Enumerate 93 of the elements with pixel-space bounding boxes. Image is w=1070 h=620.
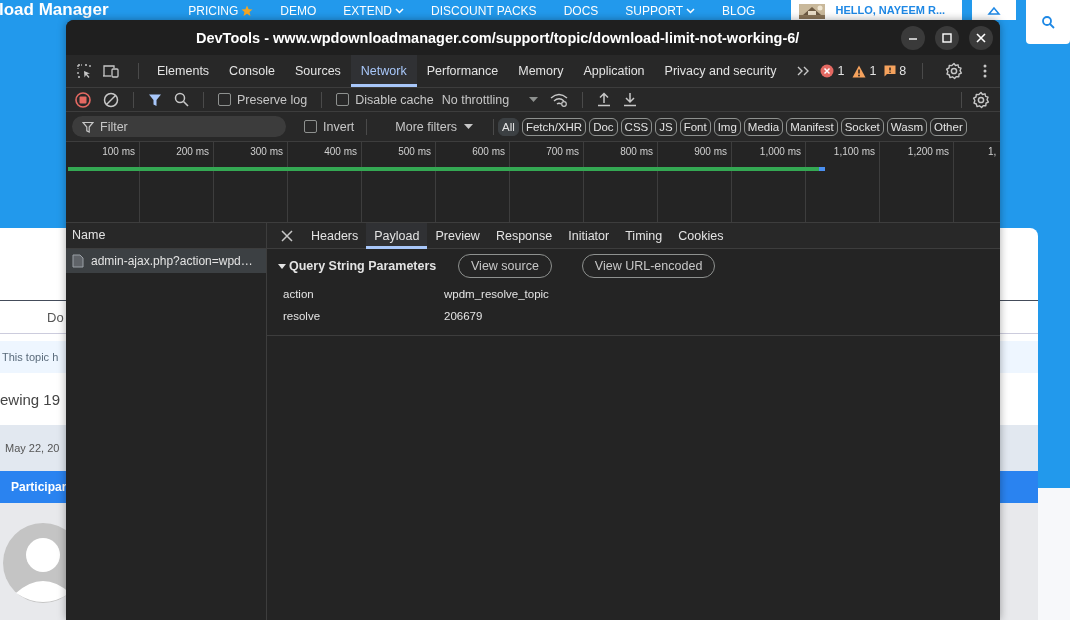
tick-label: 500 ms — [398, 146, 431, 158]
panel-tab[interactable]: Application — [573, 55, 655, 87]
caret-icon — [686, 8, 696, 14]
clear-icon[interactable] — [103, 91, 119, 108]
type-filter-chip[interactable]: Doc — [589, 117, 618, 136]
tick-label: 900 ms — [694, 146, 727, 158]
tick-label: 300 ms — [250, 146, 283, 158]
param-value: 206679 — [444, 310, 483, 322]
tick-label: 1, — [988, 146, 997, 158]
inspect-icon[interactable] — [76, 63, 92, 79]
record-button[interactable] — [75, 91, 91, 108]
type-filter-chip[interactable]: Manifest — [786, 117, 838, 136]
param-value: wpdm_resolve_topic — [444, 288, 549, 300]
param-key: resolve — [283, 310, 444, 322]
user-button[interactable]: HELLO, NAYEEM R... — [791, 0, 962, 20]
search-icon[interactable] — [174, 92, 189, 107]
search-button[interactable] — [1026, 0, 1070, 44]
caret-icon — [395, 8, 405, 14]
panel-tab[interactable]: Privacy and security — [654, 55, 787, 87]
caret-icon — [529, 97, 539, 102]
notice-text: This topic h — [2, 351, 59, 363]
device-icon[interactable] — [102, 63, 120, 79]
checkbox[interactable]: Disable cache — [336, 92, 434, 107]
filter-icon[interactable] — [148, 92, 162, 107]
tick-label: 600 ms — [472, 146, 505, 158]
param-key: action — [283, 288, 444, 300]
warning-icon — [852, 64, 867, 78]
column-header: Name — [66, 223, 266, 249]
panel-tab[interactable]: Performance — [416, 55, 509, 87]
type-filter-chip[interactable]: Other — [929, 117, 967, 136]
panel-tab[interactable]: Memory — [508, 55, 574, 87]
more-filters-dropdown[interactable]: More filters — [395, 119, 474, 134]
panel-tab[interactable]: Sources — [285, 55, 351, 87]
detail-tab[interactable]: Headers — [303, 222, 367, 249]
download-icon[interactable] — [623, 92, 638, 107]
upload-icon[interactable] — [597, 92, 612, 107]
maximize-button[interactable] — [935, 25, 959, 50]
tick-label: 100 ms — [102, 146, 135, 158]
tick-label: 1,200 ms — [907, 146, 949, 158]
detail-tab[interactable]: Preview — [427, 222, 488, 249]
tick-label: 800 ms — [620, 146, 653, 158]
detail-tab[interactable]: Response — [487, 222, 561, 249]
panel-tab[interactable]: Console — [219, 55, 285, 87]
request-row[interactable]: admin-ajax.php?action=wpd… — [66, 249, 266, 273]
type-filter-chip[interactable]: All — [498, 117, 519, 136]
close-button[interactable] — [969, 25, 993, 50]
tick-label: 200 ms — [176, 146, 209, 158]
tick-label: 400 ms — [324, 146, 357, 158]
error-icon — [820, 64, 835, 78]
type-filter-chip[interactable]: Socket — [840, 117, 884, 136]
checkbox[interactable]: Preserve log — [218, 92, 308, 107]
panel-tab[interactable]: Network — [350, 55, 417, 87]
post-date: May 22, 20 — [5, 442, 60, 454]
detail-tab[interactable]: Timing — [617, 222, 671, 249]
issues-icon — [884, 65, 897, 77]
more-tabs-icon[interactable] — [796, 65, 811, 77]
type-filter-chip[interactable]: Font — [679, 117, 711, 136]
type-filter-chip[interactable]: Wasm — [886, 117, 927, 136]
close-icon[interactable] — [281, 229, 293, 242]
type-filter-chip[interactable]: Fetch/XHR — [521, 117, 587, 136]
throttling-dropdown[interactable]: No throttling — [441, 92, 539, 107]
network-conditions-icon[interactable] — [550, 92, 569, 107]
tick-label: 700 ms — [546, 146, 579, 158]
file-icon — [72, 254, 84, 268]
detail-tab[interactable]: Cookies — [670, 222, 732, 249]
window-title: DevTools - www.wpdownloadmanager.com/support/topic/download-limit-not-working-6/ — [196, 29, 800, 46]
menu-icon[interactable] — [983, 63, 988, 79]
participants-label: Participar — [11, 480, 67, 494]
minimize-button[interactable] — [901, 25, 925, 50]
panel-tab[interactable]: Elements — [147, 55, 220, 87]
settings-icon[interactable] — [972, 90, 990, 109]
topic-tab[interactable]: Do — [47, 309, 64, 325]
type-filter-chip[interactable]: CSS — [620, 117, 653, 136]
search-icon — [1041, 15, 1055, 29]
notification-button[interactable] — [972, 0, 1016, 20]
filter-field[interactable]: Filter — [72, 116, 286, 137]
star-icon — [241, 5, 254, 17]
type-filter-chip[interactable]: Media — [743, 117, 784, 136]
warning-count: 1 — [869, 64, 877, 78]
tick-label: 1,000 ms — [759, 146, 801, 158]
viewing-text: ewing 19 — [0, 389, 62, 410]
type-filter-chip[interactable]: Img — [713, 117, 741, 136]
tick-label: 1,100 ms — [833, 146, 875, 158]
checkbox[interactable]: Invert — [304, 119, 355, 134]
error-count: 1 — [837, 64, 845, 78]
detail-tab[interactable]: Initiator — [560, 222, 618, 249]
type-filter-chip[interactable]: JS — [655, 117, 677, 136]
filter-icon — [82, 121, 94, 133]
section-toggle[interactable]: Query String Parameters — [278, 259, 458, 273]
settings-icon[interactable] — [945, 62, 964, 80]
detail-tab[interactable]: Payload — [366, 222, 428, 249]
caret-icon — [464, 124, 474, 129]
issues-count: 8 — [899, 64, 907, 78]
